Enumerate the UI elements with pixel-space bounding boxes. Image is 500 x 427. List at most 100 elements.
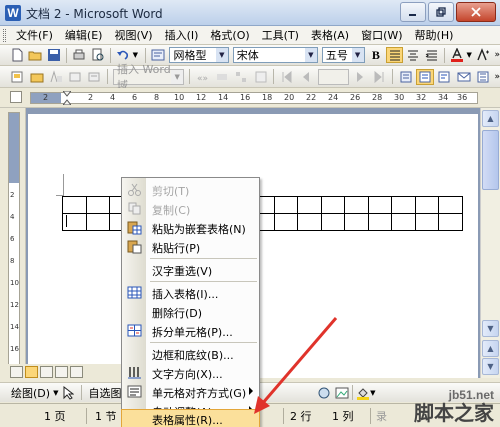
font-color-button[interactable] <box>449 47 466 63</box>
highlight-fields-icon <box>216 73 227 80</box>
preview-button[interactable] <box>90 47 107 63</box>
bold-button[interactable]: B <box>368 47 385 63</box>
open-button[interactable] <box>27 47 44 63</box>
toolbar-overflow-icon[interactable]: » <box>494 72 500 82</box>
menu-window[interactable]: 窗口(W) <box>355 27 408 43</box>
font-combo[interactable]: 宋体 ▼ <box>232 47 318 63</box>
context-menu-paste-nested[interactable]: 粘贴为嵌套表格(N) <box>122 218 259 237</box>
align-center-button[interactable] <box>405 47 422 63</box>
menu-tools[interactable]: 工具(T) <box>256 27 305 43</box>
title-bar: W 文档 2 - Microsoft Word <box>0 0 500 26</box>
insert-word-field-combo[interactable]: 插入 Word 域 ▼ <box>112 63 185 92</box>
paste-icon <box>127 240 142 254</box>
last-record-button[interactable] <box>371 69 388 85</box>
font-grow-button[interactable] <box>475 47 492 63</box>
menu-grip-icon[interactable] <box>3 29 6 42</box>
font-size-combo[interactable]: 五号 ▼ <box>321 47 365 63</box>
menu-file[interactable]: 文件(F) <box>10 27 59 43</box>
chevron-down-icon[interactable]: ▼ <box>53 389 58 397</box>
outline-view-button[interactable] <box>55 366 68 378</box>
match-fields-button[interactable] <box>233 69 250 85</box>
vertical-ruler-strip[interactable]: 2 4 6 8 10 12 14 16 18 20 <box>8 112 20 374</box>
status-record-macro[interactable]: 录 <box>376 408 387 424</box>
context-menu-paste-rows[interactable]: 粘贴行(P) <box>122 237 259 256</box>
save-button[interactable] <box>45 47 62 63</box>
scroll-down-button[interactable]: ▼ <box>482 320 499 337</box>
new-document-button[interactable] <box>8 47 25 63</box>
menu-insert[interactable]: 插入(I) <box>159 27 205 43</box>
font-color-dropdown-icon[interactable]: ▼ <box>466 51 471 59</box>
restore-button[interactable] <box>428 2 454 22</box>
context-menu-delete-rows[interactable]: 删除行(D) <box>122 302 259 321</box>
highlight-fields-button[interactable] <box>213 69 230 85</box>
fill-color-dropdown-icon[interactable]: ▼ <box>370 389 375 397</box>
print-view-button[interactable] <box>40 366 53 378</box>
merge-to-printer-button[interactable] <box>436 69 453 85</box>
ruler-number: 32 <box>416 93 427 102</box>
vertical-scrollbar[interactable]: ▲ ▼ ▲ ▼ <box>480 108 500 378</box>
print-button[interactable] <box>71 47 88 63</box>
ruler-strip[interactable]: 2 2 4 6 8 10 12 14 16 18 20 22 24 26 28 … <box>30 91 478 105</box>
previous-record-button[interactable] <box>297 69 314 85</box>
record-number-field[interactable] <box>317 68 349 85</box>
address-block-button[interactable] <box>66 69 83 85</box>
toolbar-separator <box>110 47 112 63</box>
next-record-button[interactable] <box>352 69 369 85</box>
context-menu-borders-shading[interactable]: 边框和底纹(B)... <box>122 344 259 363</box>
recipients-button[interactable] <box>47 69 64 85</box>
ruler-number: 30 <box>394 93 405 102</box>
context-menu-reconvert[interactable]: 汉字重选(V) <box>122 260 259 279</box>
vertical-ruler[interactable]: 2 4 6 8 10 12 14 16 18 20 <box>0 108 26 378</box>
context-menu-copy[interactable]: 复制(C) <box>122 199 259 218</box>
context-menu-cut-label: 剪切(T) <box>152 185 190 198</box>
web-view-button[interactable] <box>25 366 38 378</box>
new-document-icon <box>12 48 23 62</box>
next-page-button[interactable]: ▼ <box>482 358 499 375</box>
scroll-thumb[interactable] <box>482 130 499 190</box>
ruler-number: 26 <box>350 93 361 102</box>
merge-to-email-button[interactable] <box>455 69 472 85</box>
context-menu-text-direction[interactable]: 文字方向(X)... <box>122 363 259 382</box>
select-objects-icon[interactable] <box>62 385 75 400</box>
cell-align-icon <box>127 385 142 398</box>
view-merged-data-button[interactable]: «» <box>194 69 211 85</box>
scroll-up-button[interactable]: ▲ <box>482 110 499 127</box>
clipart-icon[interactable] <box>317 386 331 400</box>
status-column: 1 列 <box>332 410 354 423</box>
menu-table[interactable]: 表格(A) <box>305 27 355 43</box>
indent-marker-icon[interactable] <box>63 91 71 105</box>
menu-format[interactable]: 格式(O) <box>204 27 255 43</box>
reading-view-button[interactable] <box>70 366 83 378</box>
horizontal-ruler[interactable]: 2 2 4 6 8 10 12 14 16 18 20 22 24 26 28 … <box>0 88 500 108</box>
open-data-source-button[interactable] <box>28 69 45 85</box>
close-button[interactable] <box>456 2 496 22</box>
align-justify-button[interactable] <box>386 47 403 63</box>
merge-to-document-button[interactable] <box>416 68 434 85</box>
find-entry-button[interactable] <box>397 69 414 85</box>
context-menu-cell-alignment[interactable]: 单元格对齐方式(G) <box>122 382 259 401</box>
minimize-button[interactable] <box>400 2 426 22</box>
menu-view[interactable]: 视图(V) <box>108 27 158 43</box>
greeting-line-button[interactable] <box>86 69 103 85</box>
menu-help[interactable]: 帮助(H) <box>409 27 460 43</box>
menu-edit[interactable]: 编辑(E) <box>59 27 109 43</box>
toolbar-overflow-icon[interactable]: » <box>494 50 500 60</box>
context-menu-insert-table[interactable]: 插入表格(I)... <box>122 283 259 302</box>
draw-menu-button[interactable]: 绘图(D) <box>8 385 53 401</box>
previous-page-button[interactable]: ▲ <box>482 340 499 357</box>
fill-color-icon[interactable] <box>356 386 370 400</box>
propagate-labels-button[interactable] <box>252 69 269 85</box>
normal-view-button[interactable] <box>10 366 23 378</box>
context-menu-table-properties[interactable]: 表格属性(R)... <box>121 409 260 427</box>
distributed-align-button[interactable] <box>423 47 440 63</box>
undo-dropdown-icon[interactable]: ▼ <box>133 51 138 59</box>
word-app-icon: W <box>5 5 21 21</box>
context-menu-cut[interactable]: 剪切(T) <box>122 180 259 199</box>
window-controls <box>400 2 496 22</box>
main-document-button[interactable] <box>9 69 26 85</box>
tab-selector-icon[interactable] <box>10 91 22 103</box>
insert-picture-icon[interactable] <box>335 386 349 400</box>
context-menu-split-cells[interactable]: 拆分单元格(P)... <box>122 321 259 340</box>
first-record-button[interactable] <box>278 69 295 85</box>
merge-to-fax-button[interactable] <box>474 69 491 85</box>
